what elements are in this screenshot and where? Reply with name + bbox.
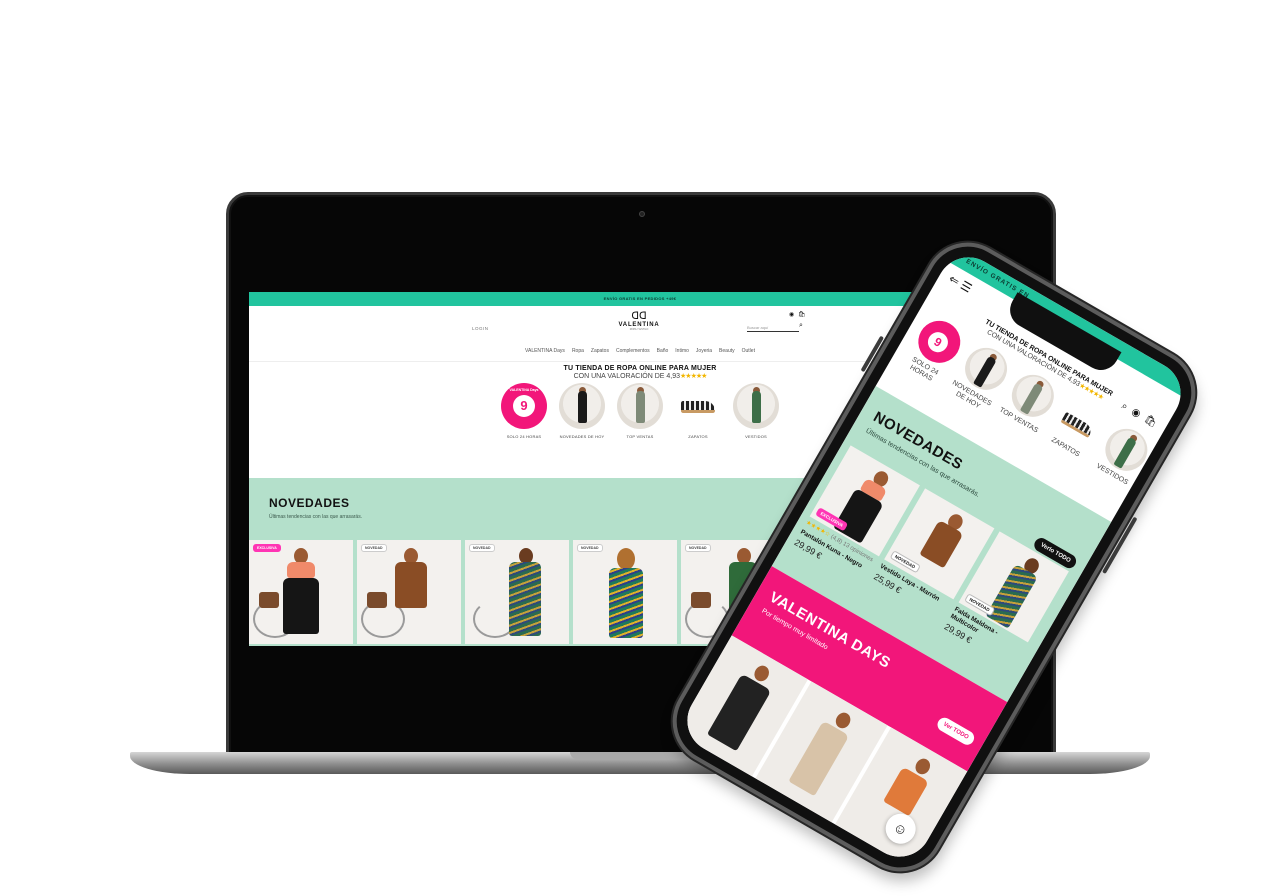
category-label: TOP VENTAS bbox=[626, 434, 654, 439]
product-badge: NOVEDAD bbox=[469, 544, 495, 552]
laptop-base bbox=[130, 752, 1150, 774]
camera bbox=[639, 211, 645, 217]
category-image bbox=[559, 383, 605, 429]
nav-item-ropa[interactable]: Ropa bbox=[572, 348, 584, 354]
login-link[interactable]: LOGIN bbox=[472, 326, 489, 331]
bag-icon[interactable]: 🛍 bbox=[798, 311, 806, 318]
search-input[interactable]: Buscar aquí bbox=[747, 325, 799, 332]
nav-item-joyeria[interactable]: Joyeria bbox=[696, 348, 712, 354]
logo[interactable]: ᗡᗡ VALENTINA ROPA Y ESTILO bbox=[609, 311, 669, 332]
rating-stars: ★★★★★ bbox=[680, 373, 707, 380]
logo-sub: ROPA Y ESTILO bbox=[629, 328, 649, 331]
nav-item-zapatos[interactable]: Zapatos bbox=[591, 348, 609, 354]
nav-item-complementos[interactable]: Complementos bbox=[616, 348, 650, 354]
category-image bbox=[617, 383, 663, 429]
category-label: VESTIDOS bbox=[745, 434, 767, 439]
product-card[interactable]: NOVEDAD bbox=[465, 540, 569, 644]
nav-item-outlet[interactable]: Outlet bbox=[742, 348, 755, 354]
product-card[interactable]: EXCLUSIVA bbox=[249, 540, 353, 644]
tagline-rating-text: CON UNA VALORACIÓN DE 4,93 bbox=[573, 373, 681, 380]
category-novedades[interactable]: NOVEDADES DE HOY bbox=[559, 383, 605, 439]
category-label: ZAPATOS bbox=[688, 434, 708, 439]
category-top-ventas[interactable]: TOP VENTAS bbox=[617, 383, 663, 439]
category-badge-value: 9 bbox=[513, 395, 535, 417]
category-image: VALENTINA Days 9 bbox=[501, 383, 547, 429]
nav-item-intimo[interactable]: Intimo bbox=[675, 348, 689, 354]
logo-mark: ᗡᗡ bbox=[631, 311, 647, 322]
category-vestidos[interactable]: VESTIDOS bbox=[733, 383, 779, 439]
account-icon[interactable]: ◉ bbox=[789, 311, 794, 318]
category-badge-line: VALENTINA Days bbox=[509, 388, 539, 392]
product-badge: NOVEDAD bbox=[685, 544, 711, 552]
nav-item-beauty[interactable]: Beauty bbox=[719, 348, 735, 354]
days-view-all-button[interactable]: Ver TODO bbox=[934, 715, 977, 748]
product-badge: NOVEDAD bbox=[361, 544, 387, 552]
category-zapatos[interactable]: ZAPATOS bbox=[675, 383, 721, 439]
category-badge-value: 9 bbox=[924, 328, 952, 356]
category-image bbox=[675, 383, 721, 429]
product-card[interactable]: NOVEDAD bbox=[357, 540, 461, 644]
product-badge: NOVEDAD bbox=[577, 544, 603, 552]
category-image bbox=[733, 383, 779, 429]
category-label: SOLO 24 HORAS bbox=[506, 434, 542, 439]
product-card[interactable]: NOVEDAD bbox=[573, 540, 677, 644]
product-grid: EXCLUSIVA NOVEDAD NOVEDAD NOVEDAD NOVEDA… bbox=[249, 540, 785, 644]
section-subtitle: Últimas tendencias con las que arrasarás… bbox=[269, 514, 363, 520]
nav-item-bano[interactable]: Baño bbox=[657, 348, 669, 354]
category-label: NOVEDADES DE HOY bbox=[559, 434, 605, 439]
product-badge: EXCLUSIVA bbox=[253, 544, 281, 552]
category-24h[interactable]: VALENTINA Days 9 SOLO 24 HORAS bbox=[501, 383, 547, 439]
nav-item-days[interactable]: VALENTINA Days bbox=[525, 348, 565, 354]
search-icon[interactable]: ⌕ bbox=[799, 322, 803, 330]
section-title: NOVEDADES bbox=[269, 496, 350, 510]
